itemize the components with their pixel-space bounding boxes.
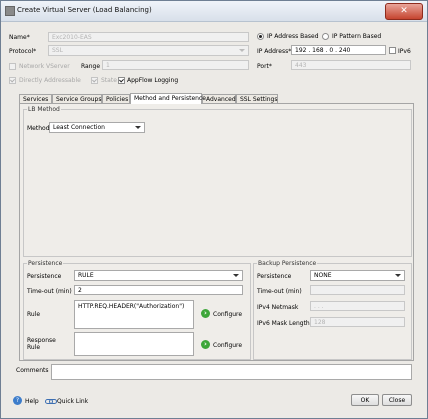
app-icon xyxy=(5,6,15,16)
persistence-group: Persistence Persistence RULE Time-out (m… xyxy=(23,260,251,360)
lb-method-group-title: LB Method xyxy=(27,106,61,113)
backup-persistence-group: Backup Persistence Persistence NONE Time… xyxy=(253,260,412,360)
network-vserver-label: Network VServer xyxy=(19,63,70,70)
ipv6-checkbox[interactable] xyxy=(389,47,396,54)
range-field[interactable]: 1 xyxy=(102,60,249,70)
ipv6-label: IPv6 xyxy=(398,48,411,55)
persistence-value: RULE xyxy=(78,272,94,279)
lb-method-group: LB Method Method Least Connection xyxy=(23,106,412,257)
timeout-label: Time-out (min) xyxy=(27,288,72,295)
help-icon[interactable]: ? xyxy=(13,396,22,405)
persistence-group-title: Persistence xyxy=(27,260,64,267)
ipv6-mask-length-field[interactable]: 128 xyxy=(310,317,405,327)
ip-pattern-based-label: IP Pattern Based xyxy=(332,33,382,40)
ok-button[interactable]: OK xyxy=(351,394,379,406)
name-field[interactable]: Exc2010-EAS xyxy=(48,32,249,42)
ip-address-based-label: IP Address Based xyxy=(267,33,319,40)
response-rule-textarea[interactable] xyxy=(74,332,194,356)
rule-label: Rule xyxy=(27,311,41,318)
port-field[interactable]: 443 xyxy=(291,60,411,70)
ip-address-field[interactable]: 192 . 168 . 0 . 240 xyxy=(291,45,386,55)
directly-addressable-label: Directly Addressable xyxy=(19,77,81,84)
rule-textarea[interactable]: HTTP.REQ.HEADER("Authorization") xyxy=(74,300,194,329)
chevron-down-icon xyxy=(395,274,401,277)
response-rule-label: Response Rule xyxy=(27,337,56,351)
window-title: Create Virtual Server (Load Balancing) xyxy=(17,6,152,14)
window-close-button[interactable]: ✕ xyxy=(385,3,423,20)
protocol-select[interactable]: SSL xyxy=(48,45,249,56)
chevron-down-icon xyxy=(135,126,141,129)
dialog-window: Create Virtual Server (Load Balancing) ✕… xyxy=(0,0,428,419)
directly-addressable-checkbox[interactable] xyxy=(9,77,16,84)
appflow-logging-checkbox[interactable] xyxy=(118,77,125,84)
ipv4-netmask-field[interactable]: . . . xyxy=(310,301,405,311)
timeout-field[interactable]: 2 xyxy=(74,285,243,295)
quick-link-icon[interactable] xyxy=(45,396,57,405)
persistence-select[interactable]: RULE xyxy=(74,270,243,281)
port-label: Port* xyxy=(257,63,272,70)
ip-pattern-based-radio[interactable] xyxy=(322,33,329,40)
tab-panel: LB Method Method Least Connection Persis… xyxy=(19,103,414,361)
comments-label: Comments xyxy=(16,367,49,374)
configure-icon[interactable]: › xyxy=(201,309,210,318)
backup-persistence-group-title: Backup Persistence xyxy=(257,260,318,267)
close-button[interactable]: Close xyxy=(382,394,412,406)
configure-response-rule-button[interactable]: Configure xyxy=(213,342,242,349)
name-label: Name* xyxy=(9,34,30,41)
title-bar: Create Virtual Server (Load Balancing) ✕ xyxy=(1,1,427,22)
configure-rule-button[interactable]: Configure xyxy=(213,311,242,318)
method-label: Method xyxy=(27,125,50,132)
help-link[interactable]: Help xyxy=(25,398,39,405)
persistence-label: Persistence xyxy=(27,273,62,280)
backup-timeout-label: Time-out (min) xyxy=(257,288,302,295)
quick-link[interactable]: Quick Link xyxy=(57,398,88,405)
comments-field[interactable] xyxy=(51,364,412,380)
configure-icon[interactable]: › xyxy=(201,340,210,349)
ip-address-label: IP Address* xyxy=(257,48,292,55)
backup-persistence-value: NONE xyxy=(314,272,332,279)
backup-persistence-label: Persistence xyxy=(257,273,292,280)
ipv6-mask-length-label: IPv6 Mask Length xyxy=(257,320,310,327)
protocol-label: Protocol* xyxy=(9,48,37,55)
chevron-down-icon xyxy=(233,274,239,277)
backup-timeout-field[interactable] xyxy=(310,285,405,295)
state-label: State xyxy=(101,77,117,84)
backup-persistence-select[interactable]: NONE xyxy=(310,270,405,281)
method-value: Least Connection xyxy=(53,124,105,131)
range-label: Range xyxy=(81,63,101,70)
tab-method-and-persistence[interactable]: Method and Persistence xyxy=(130,93,206,104)
state-checkbox[interactable] xyxy=(91,77,98,84)
ip-address-based-radio[interactable] xyxy=(257,33,264,40)
appflow-logging-label: AppFlow Logging xyxy=(127,77,179,84)
method-select[interactable]: Least Connection xyxy=(49,122,145,133)
ipv4-netmask-label: IPv4 Netmask xyxy=(257,304,299,311)
protocol-value: SSL xyxy=(52,47,63,54)
network-vserver-checkbox[interactable] xyxy=(9,63,16,70)
chevron-down-icon xyxy=(239,49,245,52)
